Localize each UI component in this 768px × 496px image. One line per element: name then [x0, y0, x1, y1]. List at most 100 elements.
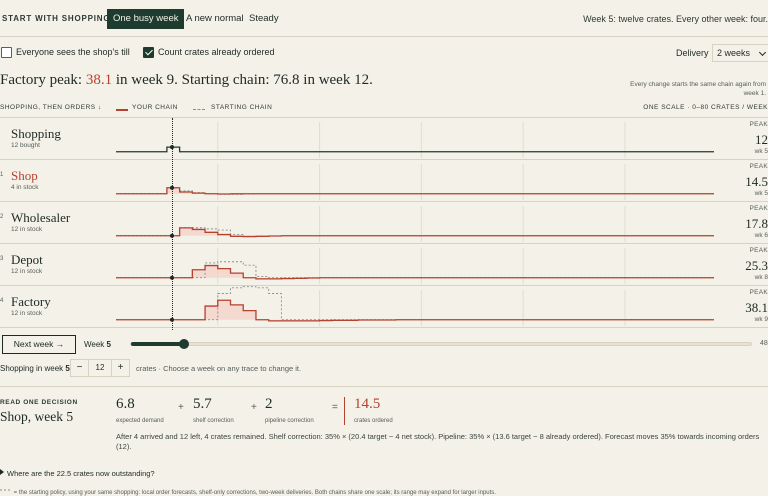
row-sub: 12 in stock [11, 226, 43, 233]
starting-chain-dash-icon [0, 489, 12, 491]
week-slider-fill [131, 342, 184, 346]
term-expected-demand-value: 6.8 [116, 396, 135, 412]
plus-operator: + [178, 402, 184, 413]
increment-button[interactable]: + [111, 360, 129, 376]
term-pipeline-correction-label: pipeline correction [265, 418, 314, 424]
footnote-text: = the starting policy, using your same s… [13, 490, 496, 496]
start-label: START WITH SHOPPING [2, 14, 111, 23]
scenario-steady[interactable]: Steady [243, 9, 285, 29]
row-name: Shopping [11, 126, 61, 141]
week-indicator: Week 5 [84, 340, 111, 349]
peak-value: 25.3 [745, 258, 768, 273]
week-slider-thumb[interactable] [178, 339, 189, 349]
week-label: Week [84, 340, 105, 349]
term-pipeline-correction-value: 2 [265, 396, 273, 412]
peak-value: 12 [755, 132, 768, 147]
headline: Factory peak: 38.1 in week 9. Starting c… [0, 72, 373, 89]
peak-week: wk 8 [754, 274, 768, 281]
shopping-label-prefix: Shopping in week [0, 364, 66, 373]
scenario-new-normal[interactable]: A new normal [180, 9, 250, 29]
row-plot-shopping[interactable] [0, 118, 768, 160]
row-number: 4 [0, 298, 4, 304]
your-chain-line[interactable] [116, 187, 714, 195]
equals-operator: = [332, 402, 338, 413]
row-depot: 3 Depot 12 in stock PEAK 25.3 wk 8 [0, 244, 768, 286]
row-sub: 12 bought [11, 142, 40, 149]
week-max: 48 [760, 340, 768, 347]
peak-label: PEAK [749, 121, 768, 128]
row-name: Factory [11, 294, 51, 309]
row-number: 3 [0, 256, 4, 262]
peak-label: PEAK [749, 289, 768, 296]
disclosure-triangle-icon [0, 469, 4, 475]
scenario-note: Week 5: twelve crates. Every other week:… [583, 14, 768, 24]
week-value: 5 [106, 340, 111, 349]
peak-week: wk 6 [754, 232, 768, 239]
count-ordered-label[interactable]: Count crates already ordered [158, 47, 275, 57]
everyone-sees-till-checkbox[interactable] [1, 47, 12, 58]
row-factory: 4 Factory 12 in stock PEAK 38.1 wk 9 [0, 286, 768, 328]
outstanding-text: Where are the 22.5 crates now outstandin… [7, 469, 155, 478]
headline-rest: in week 9. Starting chain: 76.8 in week … [112, 72, 373, 88]
delivery-label: Delivery [676, 48, 709, 58]
peak-value: 38.1 [745, 300, 768, 315]
peak-value: 14.5 [745, 174, 768, 189]
row-wholesaler: 2 Wholesaler 12 in stock PEAK 17.8 wk 6 [0, 202, 768, 244]
scenario-one-busy-week[interactable]: One busy week [107, 9, 185, 29]
decrement-button[interactable]: − [71, 360, 89, 376]
delivery-value: 2 weeks [717, 48, 751, 58]
row-plot-shop[interactable] [0, 160, 768, 202]
current-week-cursor [172, 118, 173, 330]
term-crates-ordered-value: 14.5 [354, 396, 381, 412]
your-chain-line[interactable] [116, 146, 714, 153]
row-number: 1 [0, 172, 4, 178]
week-slider[interactable] [130, 339, 752, 349]
row-number: 2 [0, 214, 4, 220]
next-week-button[interactable]: Next week → [2, 335, 76, 354]
options-row: Everyone sees the shop's till Count crat… [0, 44, 768, 64]
peak-label: PEAK [749, 247, 768, 254]
peak-week: wk 9 [754, 316, 768, 323]
chart-legend: SHOPPING, THEN ORDERS ↓ YOUR CHAIN START… [0, 103, 768, 115]
chevron-down-icon [758, 48, 767, 57]
row-sub: 4 in stock [11, 184, 39, 191]
count-ordered-checkbox[interactable] [143, 47, 154, 58]
result-divider [344, 397, 345, 425]
everyone-sees-till-label[interactable]: Everyone sees the shop's till [16, 47, 130, 57]
shopping-stepper: − 12 + [70, 359, 130, 377]
peak-week: wk 5 [754, 190, 768, 197]
row-plot-depot[interactable] [0, 244, 768, 286]
scenario-bar: START WITH SHOPPING One busy week A new … [0, 0, 768, 37]
headline-peak-value: 38.1 [85, 72, 113, 88]
row-name: Depot [11, 252, 43, 267]
row-plot-wholesaler[interactable] [0, 202, 768, 244]
chain-chart: Shopping 12 bought PEAK 12 wk 5 1 Shop 4… [0, 117, 768, 330]
scale-note: ONE SCALE · 0–80 CRATES / WEEK [643, 104, 768, 111]
decision-title: Shop, week 5 [0, 409, 74, 424]
term-shelf-correction-label: shelf correction [193, 418, 234, 424]
shopping-hint: crates · Choose a week on any trace to c… [136, 364, 302, 373]
peak-week: wk 5 [754, 148, 768, 155]
plus-operator: + [251, 402, 257, 413]
your-chain-line[interactable] [116, 299, 714, 322]
legend-starting-chain: STARTING CHAIN [211, 104, 273, 111]
decision-kicker: READ ONE DECISION [0, 399, 78, 406]
row-name: Shop [11, 168, 38, 183]
row-sub: 12 in stock [11, 268, 43, 275]
shopping-value[interactable]: 12 [89, 360, 111, 376]
term-expected-demand-label: expected demand [116, 418, 164, 424]
row-plot-factory[interactable] [0, 286, 768, 328]
shopping-week-label: Shopping in week 5 [0, 364, 70, 373]
row-sub: 12 in stock [11, 310, 43, 317]
peak-label: PEAK [749, 205, 768, 212]
headline-prefix: Factory peak: [0, 72, 86, 88]
decision-panel: READ ONE DECISION Shop, week 5 6.8 expec… [0, 386, 768, 460]
legend-your-chain: YOUR CHAIN [132, 104, 178, 111]
term-crates-ordered-label: crates ordered [354, 418, 393, 424]
decision-explanation: After 4 arrived and 12 left, 4 crates re… [116, 432, 760, 451]
term-shelf-correction-value: 5.7 [193, 396, 212, 412]
delivery-select[interactable]: 2 weeks [712, 44, 768, 62]
starting-chain-swatch [193, 109, 205, 110]
row-shopping: Shopping 12 bought PEAK 12 wk 5 [0, 118, 768, 160]
outstanding-disclosure[interactable]: Where are the 22.5 crates now outstandin… [0, 469, 155, 478]
